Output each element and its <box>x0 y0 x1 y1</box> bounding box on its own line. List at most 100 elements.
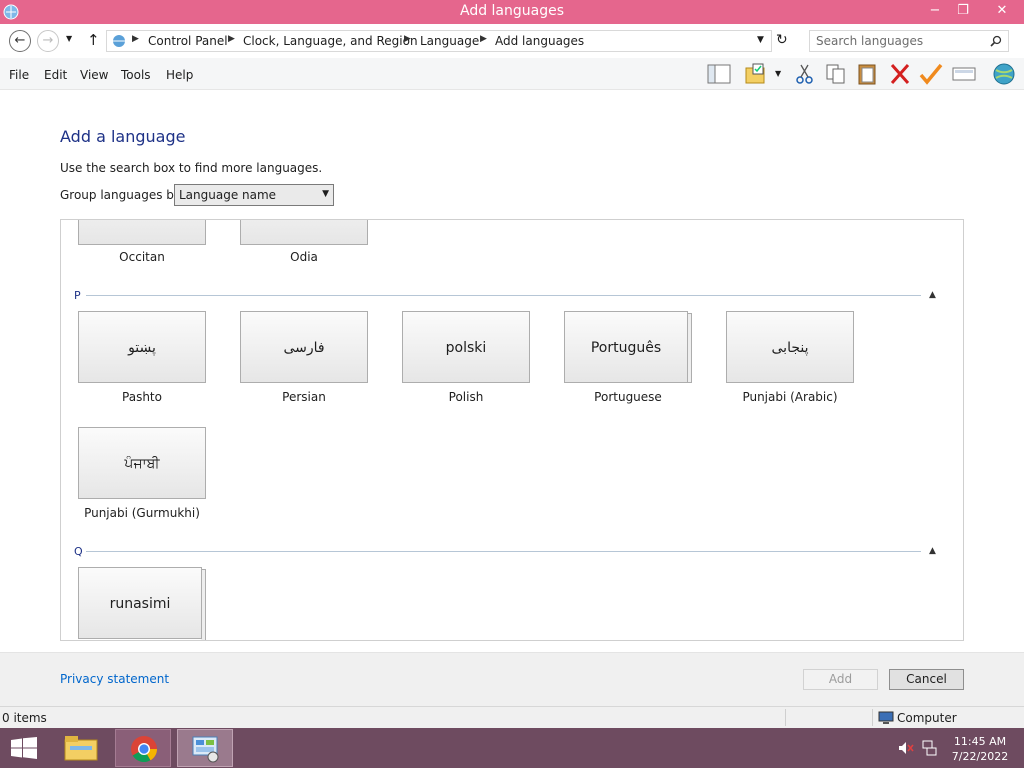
native-name: polski <box>445 340 487 356</box>
delete-icon[interactable] <box>887 62 913 86</box>
globe-icon[interactable] <box>991 62 1017 86</box>
language-tile-occitan[interactable] <box>78 220 206 245</box>
control-panel-taskbar-button[interactable] <box>177 729 233 767</box>
windows-start-icon[interactable] <box>10 737 38 759</box>
chevron-down-icon: ▼ <box>322 189 329 199</box>
add-button[interactable]: Add <box>803 669 878 690</box>
window-title: Add languages <box>459 3 565 19</box>
refresh-icon[interactable]: ↻ <box>776 32 788 48</box>
native-name: runasimi <box>109 596 171 612</box>
page-title: Add a language <box>60 127 186 146</box>
group-divider <box>86 295 921 296</box>
language-name-portuguese: Portuguese <box>594 390 662 404</box>
close-button[interactable]: ✕ <box>982 0 1022 22</box>
menu-tools[interactable]: Tools <box>121 68 151 82</box>
network-icon[interactable] <box>921 740 937 756</box>
breadcrumb-separator-icon: ▶ <box>480 34 487 44</box>
breadcrumb-control-panel[interactable]: Control Panel <box>148 34 228 48</box>
chrome-taskbar-button[interactable] <box>115 729 171 767</box>
speaker-muted-icon[interactable] <box>898 741 914 755</box>
collapse-group-icon[interactable]: ▲ <box>929 290 936 300</box>
language-name-odia: Odia <box>290 250 318 264</box>
file-explorer-taskbar-button[interactable] <box>54 729 110 767</box>
taskbar: 11:45 AM 7/22/2022 <box>0 728 1024 768</box>
address-bar: ← → ▼ ↑ ▶ Control Panel ▶ Clock, Languag… <box>0 24 1024 58</box>
group-by-label: Group languages by: <box>60 188 185 202</box>
menu-help[interactable]: Help <box>166 68 193 82</box>
status-divider <box>872 709 873 726</box>
search-hint: Use the search box to find more language… <box>60 161 323 175</box>
language-name-polish: Polish <box>448 390 484 404</box>
cut-icon[interactable] <box>792 62 818 86</box>
taskbar-clock[interactable]: 11:45 AM 7/22/2022 <box>944 734 1016 764</box>
breadcrumb-clock-language-region[interactable]: Clock, Language, and Region <box>243 34 418 48</box>
breadcrumb-separator-icon: ▶ <box>404 34 411 44</box>
group-header-q: Q <box>74 545 83 558</box>
status-divider <box>785 709 786 726</box>
file-explorer-icon <box>64 736 98 761</box>
native-name: فارسی <box>283 340 325 356</box>
forward-button[interactable]: → <box>37 30 59 52</box>
back-arrow-icon: ← <box>14 33 26 48</box>
search-input[interactable]: Search languages <box>809 30 1009 52</box>
add-languages-window: Add languages − ❐ ✕ ← → ▼ ↑ ▶ Control Pa… <box>0 0 1024 768</box>
layout-pane-icon[interactable] <box>706 62 732 86</box>
breadcrumb-separator-icon: ▶ <box>228 34 235 44</box>
language-name-pashto: Pashto <box>122 390 162 404</box>
breadcrumb[interactable]: ▶ Control Panel ▶ Clock, Language, and R… <box>106 30 772 52</box>
native-name: پنجابی <box>771 340 809 356</box>
properties-icon[interactable] <box>951 62 977 86</box>
clock-time: 11:45 AM <box>953 735 1007 748</box>
menu-view[interactable]: View <box>80 68 108 82</box>
cancel-button[interactable]: Cancel <box>889 669 964 690</box>
back-button[interactable]: ← <box>9 30 31 52</box>
language-tile-odia[interactable] <box>240 220 368 245</box>
chrome-icon <box>131 736 158 763</box>
language-tile-portuguese[interactable]: Português <box>564 311 688 383</box>
language-tile-pashto[interactable]: پښتو <box>78 311 206 383</box>
language-name-punjabi-gurmukhi: Punjabi (Gurmukhi) <box>84 506 200 520</box>
language-tile-persian[interactable]: فارسی <box>240 311 368 383</box>
copy-icon[interactable] <box>823 62 849 86</box>
group-by-select[interactable]: Language name ▼ <box>174 184 334 206</box>
menu-edit[interactable]: Edit <box>44 68 67 82</box>
status-location: Computer <box>897 711 957 725</box>
control-panel-breadcrumb-icon <box>113 35 125 47</box>
computer-icon <box>878 711 894 724</box>
native-name: پښتو <box>128 340 156 356</box>
clock-date: 7/22/2022 <box>951 750 1009 763</box>
title-bar: Add languages − ❐ ✕ <box>0 0 1024 24</box>
native-name: Português <box>590 340 662 356</box>
status-bar: 0 items Computer <box>0 706 1024 728</box>
menu-bar: File Edit View Tools Help ▼ <box>0 58 1024 90</box>
paste-icon[interactable] <box>855 62 881 86</box>
language-name-occitan: Occitan <box>119 250 165 264</box>
menu-file[interactable]: File <box>9 68 29 82</box>
chevron-down-icon[interactable]: ▼ <box>775 69 781 78</box>
language-name-persian: Persian <box>282 390 326 404</box>
checkmark-icon[interactable] <box>918 62 944 86</box>
breadcrumb-add-languages[interactable]: Add languages <box>495 34 584 48</box>
forward-arrow-icon: → <box>42 33 54 48</box>
up-arrow-icon[interactable]: ↑ <box>87 31 100 49</box>
breadcrumb-separator-icon: ▶ <box>132 34 139 44</box>
search-icon[interactable] <box>990 35 1002 47</box>
dialog-footer: Privacy statement Add Cancel <box>0 652 1024 706</box>
language-name-punjabi-arabic: Punjabi (Arabic) <box>742 390 838 404</box>
group-header-p: P <box>74 289 81 302</box>
restore-button[interactable]: ❐ <box>946 0 980 22</box>
collapse-group-icon[interactable]: ▲ <box>929 546 936 556</box>
language-tile-polish[interactable]: polski <box>402 311 530 383</box>
group-by-value: Language name <box>179 188 277 202</box>
language-tile-quechua[interactable]: runasimi <box>78 567 202 639</box>
native-name: ਪੰਜਾਬੀ <box>124 456 160 472</box>
privacy-statement-link[interactable]: Privacy statement <box>60 672 169 686</box>
folder-checkbox-icon[interactable] <box>743 62 769 86</box>
language-tile-punjabi-gurmukhi[interactable]: ਪੰਜਾਬੀ <box>78 427 206 499</box>
language-list: Occitan Odia P ▲ پښتو Pashto فارسی Persi… <box>60 219 964 641</box>
item-count: 0 items <box>2 711 47 725</box>
breadcrumb-language[interactable]: Language <box>420 34 479 48</box>
recent-locations-chevron-icon[interactable]: ▼ <box>66 34 72 43</box>
language-tile-punjabi-arabic[interactable]: پنجابی <box>726 311 854 383</box>
address-dropdown-icon[interactable]: ▼ <box>757 35 764 45</box>
